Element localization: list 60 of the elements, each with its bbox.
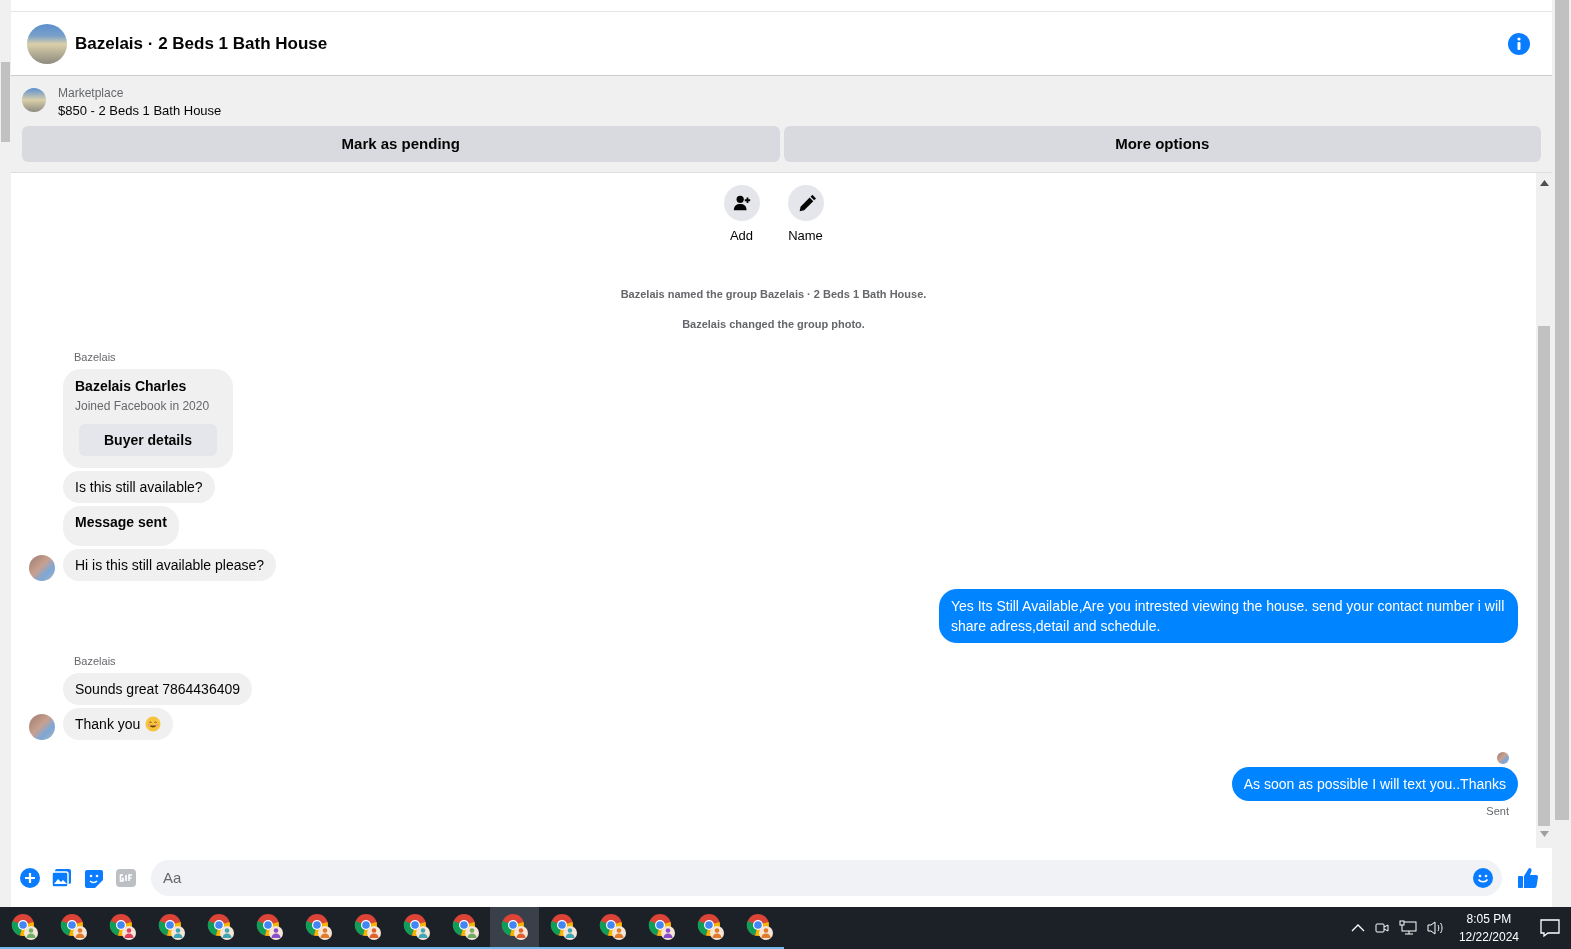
system-message: Bazelais named the group Bazelais · 2 Beds 1 Bath House. [619,286,928,302]
conversation-title: Bazelais · 2 Beds 1 Bath House [75,32,328,55]
browser-profile-icon [647,913,676,941]
sender-name: Bazelais [74,654,116,669]
listing-source: Marketplace [58,85,125,101]
sender-avatar[interactable] [29,713,55,740]
incoming-message-bubble: Message sent [63,506,179,546]
browser-profile-icon [696,913,725,941]
listing-action-button[interactable]: Mark as pending [22,126,780,162]
browser-profile-icon [549,913,578,941]
seen-avatar [1497,751,1509,764]
browser-profile-icon [402,913,431,941]
buyer-name: Bazelais Charles [75,377,188,396]
camera-icon[interactable] [1374,920,1389,936]
browser-profile-icon [598,913,627,941]
browser-profile-icon [745,913,774,941]
incoming-message-bubble: Thank you [63,707,174,740]
listing-title[interactable]: $850 - 2 Beds 1 Bath House [58,101,222,121]
delivery-status: Sent [1486,803,1509,819]
clock-date: 12/22/2024 [1458,929,1519,946]
page-scrollbar-thumb[interactable] [1,62,10,142]
browser-profile-icon [451,913,480,941]
image-icon[interactable] [51,866,73,889]
browser-profile-icon [255,913,284,941]
notification-icon[interactable] [1539,918,1561,938]
browser-profile-icon [206,913,235,941]
listing-action-button[interactable]: More options [783,126,1541,162]
browser-profile-icon [353,913,382,941]
sender-name: Bazelais [74,349,116,365]
scroll-up-arrow-icon[interactable] [1539,180,1549,186]
outgoing-message-bubble: Yes Its Still Available,Are you intrested viewing the house. send your contact number i will share adress,detail and schedule. [939,589,1518,643]
outgoing-message-bubble: As soon as possible I will text you..Thanks [1231,766,1518,801]
message-input[interactable]: Aa [151,859,1502,896]
buyer-details-button[interactable]: Buyer details [79,424,217,456]
chat-scrollbar-thumb[interactable] [1538,326,1550,826]
chevron-up-icon[interactable] [1350,923,1365,933]
incoming-message-bubble: Hi is this still available please? [63,549,277,581]
browser-taskbar-button[interactable] [490,907,539,949]
plus-icon[interactable] [19,866,41,889]
browser-profile-icon [157,913,186,941]
browser-profile-icon [500,913,529,941]
system-message: Bazelais changed the group photo. [681,317,866,332]
network-icon[interactable] [1398,920,1417,936]
page-scrollbar-thumb[interactable] [1554,0,1569,820]
sender-avatar[interactable] [29,555,55,581]
browser-profile-icon [59,913,88,941]
speaker-icon[interactable] [1426,920,1445,936]
buyer-joined-text: Joined Facebook in 2020 [75,398,211,415]
browser-profile-icon [304,913,333,941]
browser-profile-icon [10,913,39,941]
browser-profile-icon [108,913,137,941]
person-plus-icon [731,193,752,213]
info-icon[interactable] [1508,32,1530,55]
thumbs-up-icon[interactable] [1516,865,1540,890]
listing-photo [22,88,46,112]
group-photo [27,23,67,64]
incoming-message-bubble: Is this still available? [63,471,215,503]
clock-time: 8:05 PM [1466,911,1512,928]
incoming-message-bubble: Sounds great 7864436409 [63,672,253,705]
emoji-icon[interactable] [1472,866,1494,889]
